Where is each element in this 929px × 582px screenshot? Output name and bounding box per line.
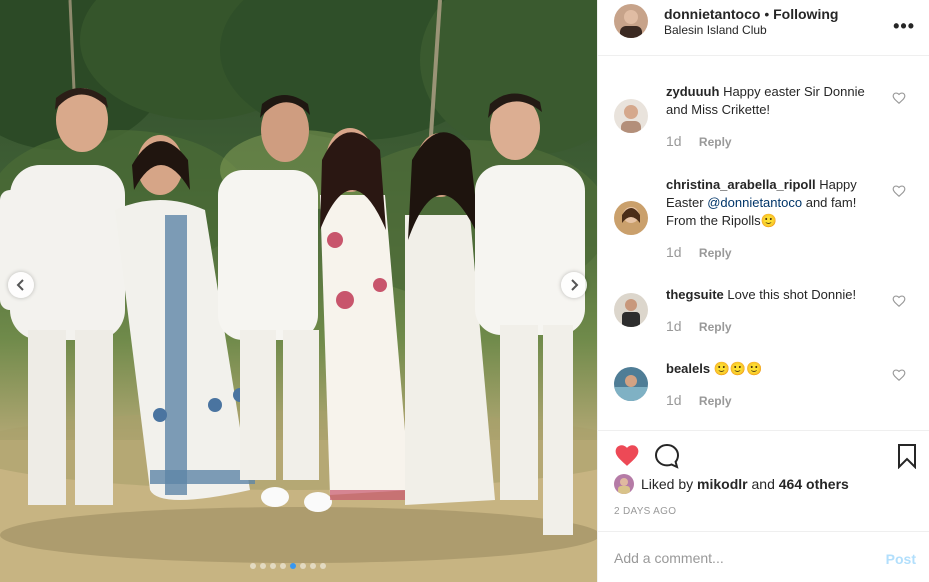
comment-body: christina_arabella_ripoll Happy Easter @… [666,176,884,230]
commenter-avatar[interactable] [614,201,648,235]
comment-time[interactable]: 1d [666,392,682,408]
liker-avatar[interactable] [614,474,634,494]
commenter-avatar[interactable] [614,99,648,133]
commenter-avatar-image [614,201,648,235]
comment-time[interactable]: 1d [666,244,682,260]
likes-prefix: Liked by [641,476,694,492]
mention-link[interactable]: @donnietantoco [707,195,802,210]
comment-like-icon[interactable] [892,294,906,308]
add-comment-bar: Post [598,531,929,582]
post-side-panel: donnietantoco • Following Balesin Island… [597,0,929,582]
likes-conjunction: and [751,476,775,492]
carousel-dot [270,563,276,569]
reply-button[interactable]: Reply [699,320,732,334]
reply-button[interactable]: Reply [699,246,732,260]
author-username[interactable]: donnietantoco [664,6,760,22]
comment-username[interactable]: christina_arabella_ripoll [666,177,816,192]
commenter-avatar-image [614,367,648,401]
comment-username[interactable]: zyduuuh [666,84,719,99]
comment-icon[interactable] [654,443,680,469]
carousel-indicator [250,563,326,569]
liker-avatar-image [614,474,634,494]
comment-username[interactable]: bealels [666,361,710,376]
post-comment-button[interactable]: Post [886,551,916,567]
carousel-dot [260,563,266,569]
family-photo-illustration [0,0,597,582]
carousel-next-button[interactable] [561,272,587,298]
carousel-prev-button[interactable] [8,272,34,298]
liker-username[interactable]: mikodlr [697,476,748,492]
post-photo[interactable] [0,0,597,582]
carousel-dot [320,563,326,569]
comment-body: bealels 🙂🙂🙂 [666,360,884,378]
comment-like-icon[interactable] [892,91,906,105]
likes-others-link[interactable]: 464 others [779,476,849,492]
carousel-dot [290,563,296,569]
comment-meta: 1d Reply [666,244,732,260]
commenter-avatar[interactable] [614,293,648,327]
commenter-avatar[interactable] [614,367,648,401]
header-separator: • [764,6,770,22]
reply-button[interactable]: Reply [699,135,732,149]
post-date[interactable]: 2 DAYS AGO [614,506,676,517]
author-avatar-image [614,4,648,38]
commenter-avatar-image [614,293,648,327]
chevron-right-icon [571,279,579,291]
comment-body: zyduuuh Happy easter Sir Donnie and Miss… [666,83,884,119]
follow-status-button[interactable]: Following [773,6,838,22]
comment-username[interactable]: thegsuite [666,287,724,302]
carousel-dot [250,563,256,569]
comment-time[interactable]: 1d [666,318,682,334]
comment-input[interactable] [614,548,854,568]
carousel-dot [300,563,306,569]
carousel-dot [310,563,316,569]
likes-summary: Liked by mikodlr and 464 others [614,474,849,494]
bookmark-icon[interactable] [897,443,917,469]
chevron-left-icon [16,279,24,291]
more-options-icon[interactable]: ••• [893,16,915,37]
author-avatar[interactable] [614,4,648,38]
comment-like-icon[interactable] [892,184,906,198]
comment-text: 🙂🙂🙂 [713,361,763,376]
comment-meta: 1d Reply [666,318,732,334]
commenter-avatar-image [614,99,648,133]
comment-time[interactable]: 1d [666,133,682,149]
comment-text: Love this shot Donnie! [727,287,857,302]
comment-meta: 1d Reply [666,133,732,149]
post-header: donnietantoco • Following Balesin Island… [598,0,929,56]
comment-like-icon[interactable] [892,368,906,382]
reply-button[interactable]: Reply [699,394,732,408]
carousel-dot [280,563,286,569]
comments-list[interactable]: zyduuuh Happy easter Sir Donnie and Miss… [598,57,929,430]
post-location[interactable]: Balesin Island Club [664,23,767,37]
comment-meta: 1d Reply [666,392,732,408]
heart-icon[interactable] [614,443,640,467]
comment-body: thegsuite Love this shot Donnie! [666,286,884,304]
